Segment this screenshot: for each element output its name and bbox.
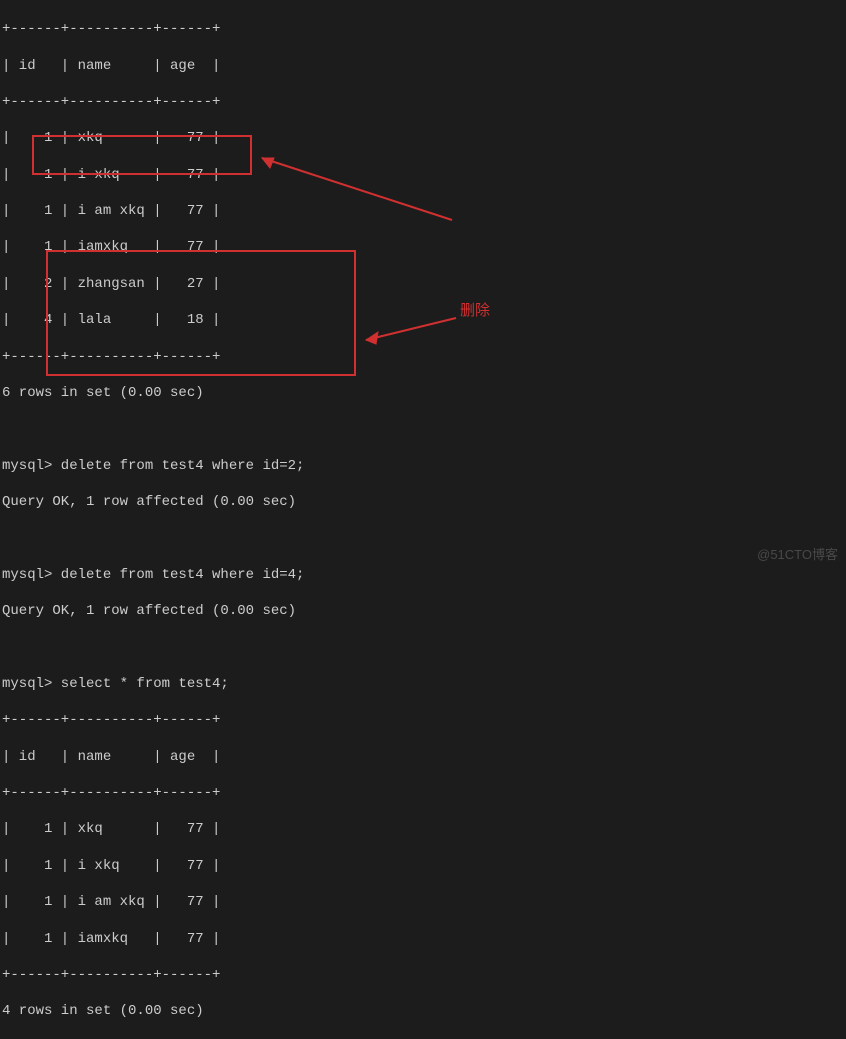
table1-row: | 1 | xkq | 77 | xyxy=(2,129,846,147)
table1-footer: 6 rows in set (0.00 sec) xyxy=(2,384,846,402)
table2-row: | 1 | i xkq | 77 | xyxy=(2,857,846,875)
table1-row: | 1 | i am xkq | 77 | xyxy=(2,202,846,220)
table1-row: | 1 | i xkq | 77 | xyxy=(2,166,846,184)
select2-prompt: mysql> select * from test4; xyxy=(2,675,846,693)
table1-row: | 2 | zhangsan | 27 | xyxy=(2,275,846,293)
delete1-result: Query OK, 1 row affected (0.00 sec) xyxy=(2,493,846,511)
table1-border-top: +------+----------+------+ xyxy=(2,20,846,38)
table2-border-top: +------+----------+------+ xyxy=(2,711,846,729)
table2-row: | 1 | iamxkq | 77 | xyxy=(2,930,846,948)
table2-row: | 1 | i am xkq | 77 | xyxy=(2,893,846,911)
table1-header: | id | name | age | xyxy=(2,57,846,75)
table1-border-bot: +------+----------+------+ xyxy=(2,348,846,366)
table2-border-mid: +------+----------+------+ xyxy=(2,784,846,802)
terminal-output: +------+----------+------+ | id | name |… xyxy=(2,2,846,1039)
delete2-prompt: mysql> delete from test4 where id=4; xyxy=(2,566,846,584)
table2-row: | 1 | xkq | 77 | xyxy=(2,820,846,838)
blank-line xyxy=(2,420,846,438)
delete1-prompt: mysql> delete from test4 where id=2; xyxy=(2,457,846,475)
table1-border-mid: +------+----------+------+ xyxy=(2,93,846,111)
table2-footer: 4 rows in set (0.00 sec) xyxy=(2,1002,846,1020)
table1-row: | 1 | iamxkq | 77 | xyxy=(2,238,846,256)
blank-line xyxy=(2,529,846,547)
blank-line xyxy=(2,639,846,657)
delete2-result: Query OK, 1 row affected (0.00 sec) xyxy=(2,602,846,620)
table1-row: | 4 | lala | 18 | xyxy=(2,311,846,329)
table2-header: | id | name | age | xyxy=(2,748,846,766)
table2-border-bot: +------+----------+------+ xyxy=(2,966,846,984)
